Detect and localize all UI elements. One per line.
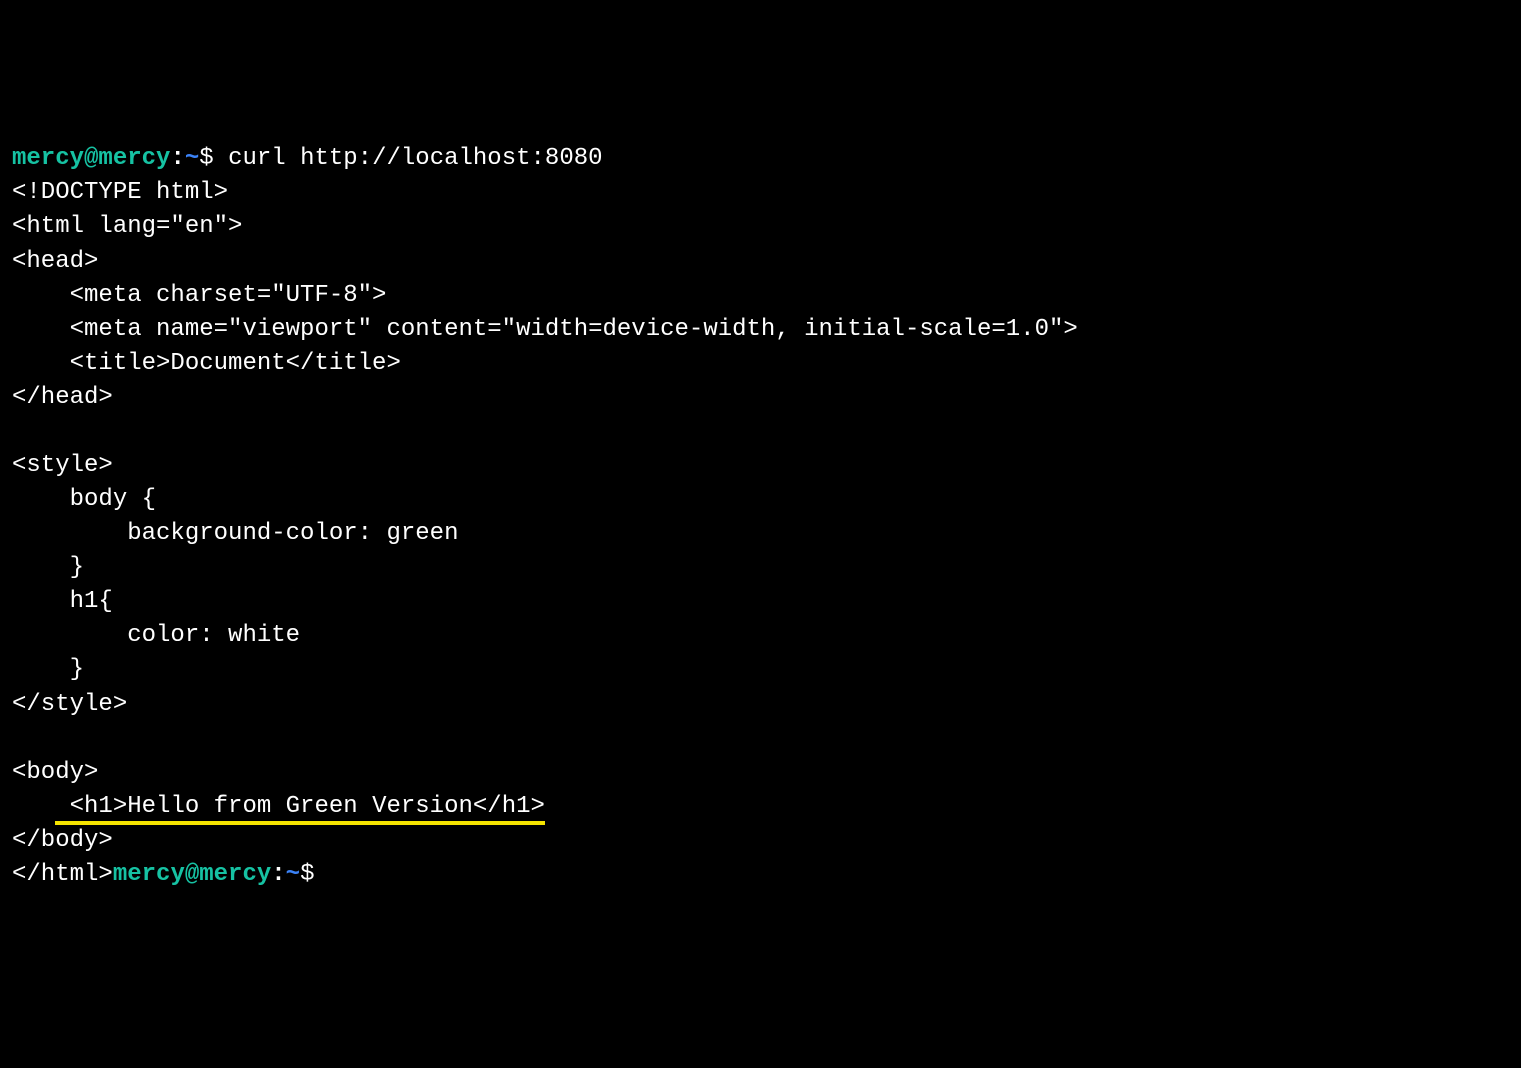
prompt-sigil: $ (199, 145, 213, 172)
output-line: <head> (12, 248, 98, 275)
output-line: body { (12, 486, 156, 513)
output-line: } (12, 656, 84, 683)
highlighted-output: <h1>Hello from Green Version</h1> (55, 793, 545, 825)
prompt-cwd: ~ (286, 861, 300, 888)
output-line: </body> (12, 827, 113, 854)
prompt-line-2: mercy@mercy:~$ (113, 861, 315, 888)
output-line: </html> (12, 861, 113, 888)
command-text: curl http://localhost:8080 (228, 145, 602, 172)
prompt-user-host: mercy@mercy (113, 861, 271, 888)
prompt-user-host: mercy@mercy (12, 145, 170, 172)
output-line: <meta charset="UTF-8"> (12, 282, 386, 309)
output-line: <body> (12, 759, 98, 786)
output-line: h1{ (12, 588, 113, 615)
output-line: <html lang="en"> (12, 213, 242, 240)
output-line: </head> (12, 384, 113, 411)
prompt-cwd: ~ (185, 145, 199, 172)
output-line: color: white (12, 622, 300, 649)
prompt-separator: : (170, 145, 184, 172)
output-line (12, 793, 55, 820)
prompt-line-1: mercy@mercy:~$ curl http://localhost:808… (12, 145, 603, 172)
output-line: } (12, 554, 84, 581)
prompt-sigil: $ (300, 861, 314, 888)
output-line: </style> (12, 691, 127, 718)
output-line: <style> (12, 452, 113, 479)
prompt-separator: : (271, 861, 285, 888)
output-line: <!DOCTYPE html> (12, 179, 228, 206)
output-line: <meta name="viewport" content="width=dev… (12, 316, 1078, 343)
output-line: <title>Document</title> (12, 350, 401, 377)
output-line: background-color: green (12, 520, 458, 547)
